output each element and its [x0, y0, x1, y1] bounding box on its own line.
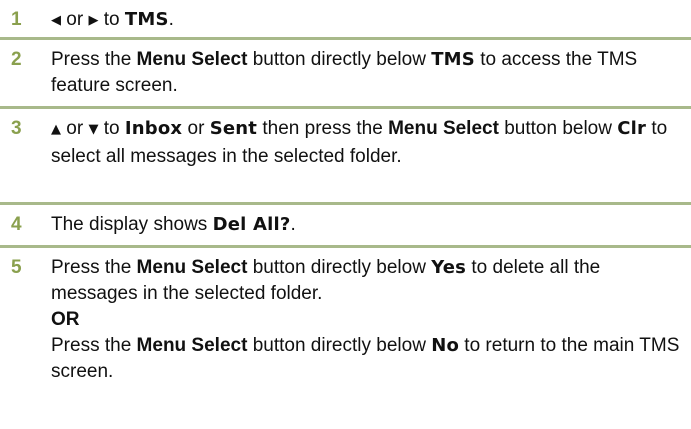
- step-3: 3 ▲ or ▼ to Inbox or Sent then press the…: [0, 109, 691, 205]
- up-arrow-icon: ▲: [51, 122, 61, 137]
- step-number: 2: [11, 49, 22, 70]
- right-arrow-icon: ▶: [88, 13, 99, 28]
- procedure-steps: 1 ◀ or ▶ to TMS. 2 Press the Menu Select…: [0, 0, 691, 428]
- display-text-sent: Sent: [209, 118, 258, 139]
- menu-select-label: Menu Select: [136, 257, 248, 278]
- display-text-no: No: [431, 335, 460, 356]
- step-2: 2 Press the Menu Select button directly …: [0, 40, 691, 109]
- display-text-clr: Clr: [617, 118, 647, 139]
- or-label: OR: [51, 309, 80, 330]
- left-arrow-icon: ◀: [51, 13, 61, 28]
- menu-select-label: Menu Select: [136, 49, 248, 70]
- menu-select-label: Menu Select: [388, 118, 499, 139]
- display-text-tms: TMS: [431, 49, 475, 70]
- display-text-inbox: Inbox: [124, 118, 183, 139]
- step-4: 4 The display shows Del All?.: [0, 205, 691, 248]
- step-text: Press the Menu Select button directly be…: [51, 257, 680, 382]
- step-5: 5 Press the Menu Select button directly …: [0, 248, 691, 428]
- step-text: The display shows Del All?.: [51, 214, 296, 235]
- step-1: 1 ◀ or ▶ to TMS.: [0, 0, 691, 40]
- step-number: 5: [11, 257, 22, 278]
- display-text-yes: Yes: [431, 257, 467, 278]
- down-arrow-icon: ▼: [88, 122, 99, 137]
- step-number: 1: [11, 9, 22, 30]
- menu-select-label: Menu Select: [136, 335, 248, 356]
- step-number: 4: [11, 214, 22, 235]
- step-number: 3: [11, 118, 22, 139]
- display-text-del-all: Del All?: [212, 214, 291, 235]
- step-text: ▲ or ▼ to Inbox or Sent then press the M…: [51, 118, 668, 167]
- step-text: Press the Menu Select button directly be…: [51, 49, 638, 96]
- step-text: ◀ or ▶ to TMS.: [51, 9, 174, 30]
- display-text-tms: TMS: [124, 9, 169, 30]
